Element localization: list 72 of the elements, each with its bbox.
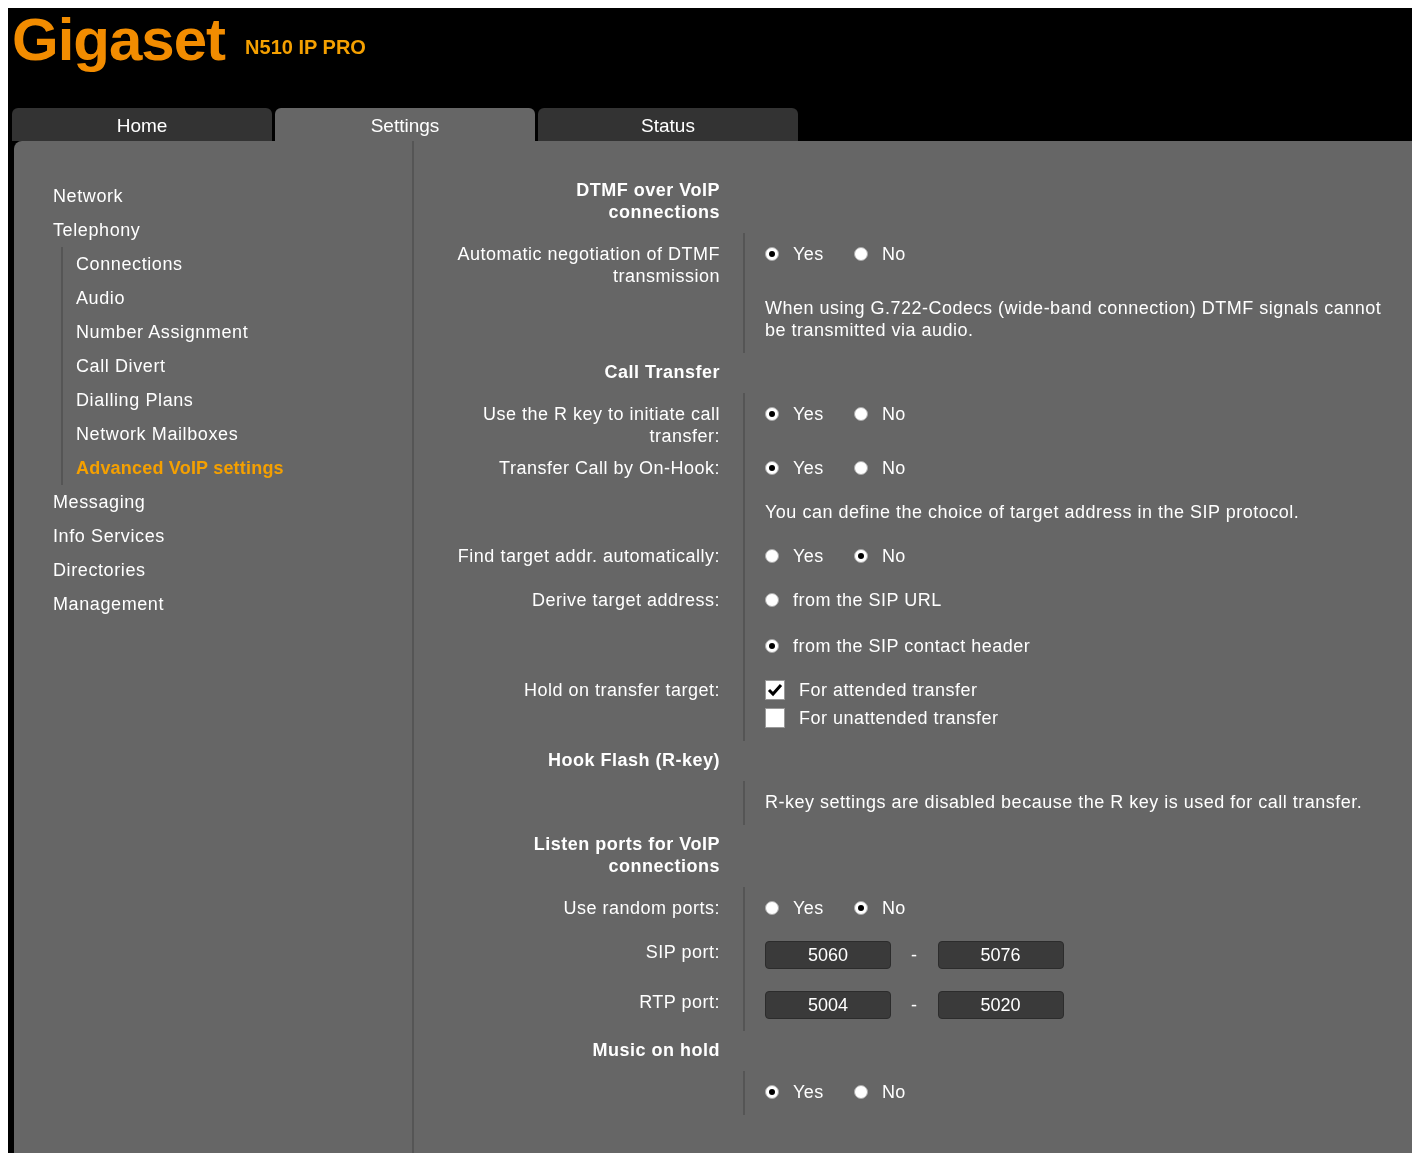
option-label[interactable]: Yes bbox=[793, 897, 824, 919]
radio-button[interactable] bbox=[853, 1085, 868, 1099]
info-text: When using G.722-Codecs (wide-band connection) DTMF signals cannot be transmitted via audio. bbox=[765, 297, 1383, 341]
sidebar-item[interactable]: Directories bbox=[53, 553, 412, 587]
radio-button[interactable] bbox=[765, 593, 779, 607]
sidebar-item[interactable]: Call Divert bbox=[76, 349, 412, 383]
checkbox[interactable] bbox=[765, 708, 785, 728]
radio-button[interactable] bbox=[765, 639, 779, 653]
port-input[interactable]: 5020 bbox=[937, 991, 1064, 1019]
sidebar-item[interactable]: Dialling Plans bbox=[76, 383, 412, 417]
brand-logo: Gigaset bbox=[12, 10, 226, 70]
radio-button[interactable] bbox=[765, 1085, 779, 1099]
radio-button[interactable] bbox=[765, 247, 779, 261]
option-label[interactable]: No bbox=[881, 897, 906, 919]
option-label[interactable]: No bbox=[881, 457, 906, 479]
radio-button[interactable] bbox=[853, 901, 868, 915]
sidebar-item[interactable]: Info Services bbox=[53, 519, 412, 553]
field-label: Hold on transfer target: bbox=[523, 680, 720, 700]
option-label[interactable]: For unattended transfer bbox=[799, 707, 999, 729]
option-label[interactable]: from the SIP contact header bbox=[793, 635, 1031, 657]
model-name: N510 IP PRO bbox=[245, 36, 366, 59]
range-separator: - bbox=[911, 944, 918, 966]
option-label[interactable]: No bbox=[881, 1081, 906, 1103]
radio-button[interactable] bbox=[853, 407, 868, 421]
sidebar-item[interactable]: Audio bbox=[76, 281, 412, 315]
radio-button[interactable] bbox=[765, 407, 779, 421]
field-label: SIP port: bbox=[645, 942, 720, 962]
field-label: Transfer Call by On-Hook: bbox=[499, 458, 720, 478]
sidebar-item[interactable]: Number Assignment bbox=[76, 315, 412, 349]
port-input[interactable]: 5060 bbox=[765, 941, 891, 969]
field-label: Use random ports: bbox=[563, 898, 720, 918]
section-heading: Listen ports for VoIP connections bbox=[532, 833, 721, 878]
section-heading: Music on hold bbox=[591, 1039, 721, 1062]
option-label[interactable]: For attended transfer bbox=[799, 679, 978, 701]
radio-button[interactable] bbox=[765, 549, 779, 563]
port-input[interactable]: 5076 bbox=[937, 941, 1064, 969]
radio-button[interactable] bbox=[853, 549, 868, 563]
nav-tab[interactable]: Settings bbox=[275, 108, 535, 141]
option-label[interactable]: from the SIP URL bbox=[793, 589, 942, 611]
field-label: Use the R key to initiate call transfer: bbox=[482, 404, 720, 446]
nav-tab[interactable]: Home bbox=[12, 108, 272, 141]
radio-button[interactable] bbox=[765, 461, 779, 475]
option-label[interactable]: Yes bbox=[793, 1081, 824, 1103]
section-heading: DTMF over VoIP connections bbox=[575, 179, 721, 224]
option-label[interactable]: Yes bbox=[793, 403, 824, 425]
range-separator: - bbox=[911, 994, 918, 1016]
sidebar-item[interactable]: Telephony bbox=[53, 213, 412, 247]
sidebar-item[interactable]: Network Mailboxes bbox=[76, 417, 412, 451]
option-label[interactable]: No bbox=[881, 403, 906, 425]
sidebar-item[interactable]: Messaging bbox=[53, 485, 412, 519]
option-label[interactable]: Yes bbox=[793, 545, 824, 567]
radio-button[interactable] bbox=[853, 247, 868, 261]
info-text: R-key settings are disabled because the R key is used for call transfer. bbox=[765, 791, 1364, 813]
field-label: Automatic negotiation of DTMF transmission bbox=[457, 244, 720, 286]
option-label[interactable]: Yes bbox=[793, 457, 824, 479]
field-label: RTP port: bbox=[639, 992, 720, 1012]
sidebar-item[interactable]: Connections bbox=[76, 247, 412, 281]
section-heading: Hook Flash (R-key) bbox=[546, 749, 721, 772]
checkbox[interactable] bbox=[765, 680, 785, 700]
sidebar-item[interactable]: Network bbox=[53, 179, 412, 213]
option-label[interactable]: Yes bbox=[793, 243, 824, 265]
radio-button[interactable] bbox=[765, 901, 779, 915]
nav-tab[interactable]: Status bbox=[538, 108, 798, 141]
sidebar-item[interactable]: Management bbox=[53, 587, 412, 621]
option-label[interactable]: No bbox=[881, 545, 906, 567]
port-input[interactable]: 5004 bbox=[765, 991, 891, 1019]
option-label[interactable]: No bbox=[881, 243, 906, 265]
info-text: You can define the choice of target address in the SIP protocol. bbox=[765, 501, 1301, 523]
section-heading: Call Transfer bbox=[603, 361, 721, 384]
field-label: Find target addr. automatically: bbox=[457, 546, 720, 566]
radio-button[interactable] bbox=[853, 461, 868, 475]
field-label: Derive target address: bbox=[531, 590, 720, 610]
